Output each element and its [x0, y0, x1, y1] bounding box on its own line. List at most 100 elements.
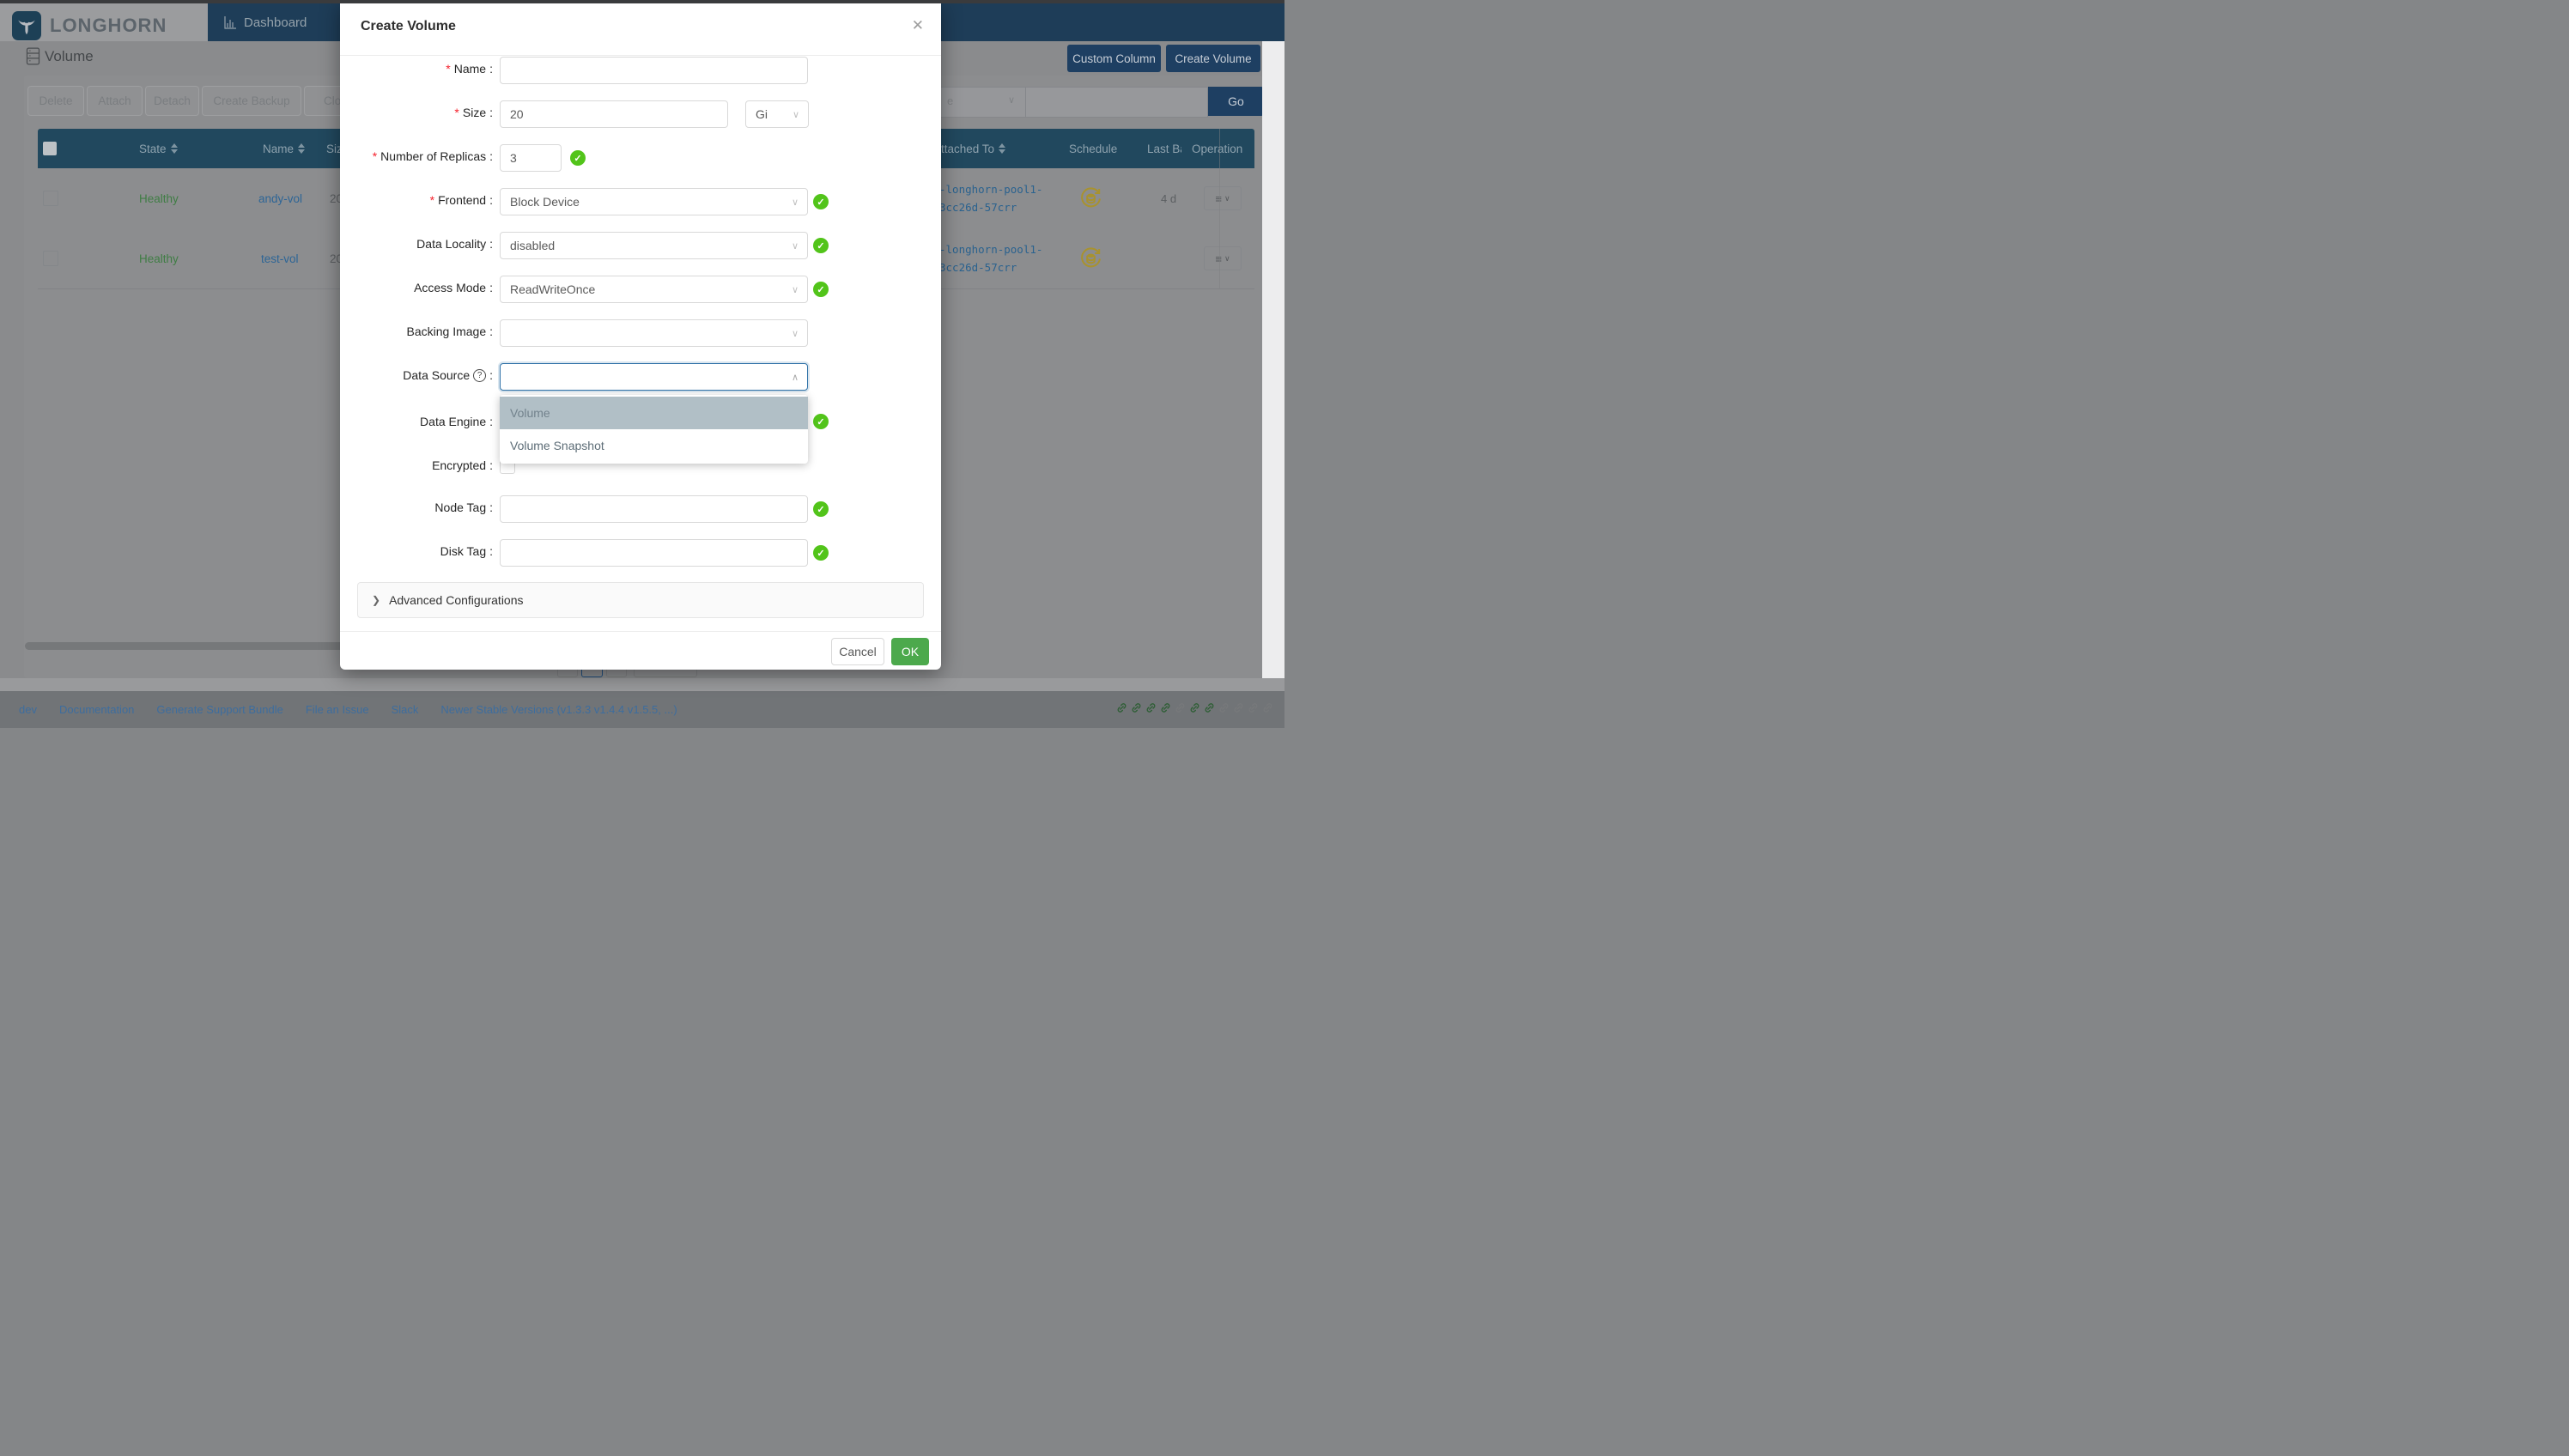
link-icon	[1232, 701, 1245, 714]
chevron-down-icon: ∨	[792, 328, 799, 339]
replicas-input[interactable]	[500, 144, 562, 172]
last-backup-header-label: Last Backup At	[1147, 143, 1181, 155]
close-icon[interactable]: ✕	[912, 17, 924, 34]
footer-link-support-bundle[interactable]: Generate Support Bundle	[156, 703, 282, 716]
operation-header-label: Operation	[1192, 143, 1242, 155]
sort-icon[interactable]	[298, 143, 305, 154]
create-volume-modal: Create Volume ✕ Name Size Gi ∨ Number of…	[340, 0, 941, 670]
header-logo-area: LONGHORN	[0, 3, 208, 41]
operation-menu-button[interactable]: ≡∨	[1204, 246, 1242, 270]
footer-link-file-issue[interactable]: File an Issue	[306, 703, 369, 716]
frontend-select[interactable]: Block Device ∨	[500, 188, 808, 215]
advanced-configurations-toggle[interactable]: ❯ Advanced Configurations	[357, 582, 924, 618]
access-mode-label: Access Mode	[343, 281, 493, 294]
dropdown-option-volume-snapshot[interactable]: Volume Snapshot	[500, 429, 808, 462]
data-source-label: Data Source ?	[343, 368, 493, 382]
data-source-dropdown: Volume Volume Snapshot	[500, 395, 808, 464]
create-volume-label: Create Volume	[1175, 52, 1251, 65]
schedule-header-label: Schedule	[1069, 143, 1117, 155]
data-source-select[interactable]: ∧	[500, 363, 808, 391]
modal-footer-divider	[340, 631, 941, 632]
column-state[interactable]: State	[139, 129, 178, 168]
replicas-label: Number of Replicas	[343, 149, 493, 163]
chevron-down-icon: ∨	[1008, 94, 1015, 106]
row-checkbox[interactable]	[43, 251, 58, 266]
detach-button[interactable]: Detach	[145, 86, 199, 116]
option-label: Volume	[510, 406, 550, 420]
select-all-checkbox[interactable]	[43, 142, 57, 155]
valid-check-icon: ✓	[570, 150, 586, 166]
size-unit-select[interactable]: Gi ∨	[745, 100, 809, 128]
name-input[interactable]	[500, 57, 808, 84]
footer-link-slack[interactable]: Slack	[392, 703, 419, 716]
attached-line2: 3cc26d-57crr	[939, 201, 1017, 214]
backing-image-select[interactable]: ∨	[500, 319, 808, 347]
link-icon	[1203, 701, 1216, 714]
valid-check-icon: ✓	[813, 414, 829, 429]
operation-menu-button[interactable]: ≡∨	[1204, 186, 1242, 210]
go-button[interactable]: Go	[1208, 87, 1264, 116]
attached-line1: -longhorn-pool1-	[939, 243, 1042, 256]
search-input[interactable]	[1026, 87, 1208, 118]
delete-label: Delete	[39, 94, 72, 107]
table-filter-bar: e ∨ Go	[907, 87, 1264, 116]
valid-check-icon: ✓	[813, 194, 829, 209]
footer-link-versions[interactable]: Newer Stable Versions (v1.3.3 v1.4.4 v1.…	[440, 703, 677, 716]
modal-title: Create Volume	[361, 19, 456, 34]
vertical-scrollbar-track[interactable]	[1262, 41, 1284, 678]
dropdown-option-volume[interactable]: Volume	[500, 397, 808, 429]
volume-name-link[interactable]: test-vol	[261, 228, 299, 288]
detach-label: Detach	[154, 94, 191, 107]
data-locality-value: disabled	[510, 239, 555, 252]
state-header-label: State	[139, 143, 167, 155]
frontend-value: Block Device	[510, 195, 580, 209]
chevron-down-icon: ∨	[792, 240, 799, 252]
longhorn-logo[interactable]	[12, 11, 41, 40]
custom-column-button[interactable]: Custom Column	[1067, 45, 1161, 72]
column-name[interactable]: Name	[263, 129, 305, 168]
sort-icon[interactable]	[171, 143, 178, 154]
size-label: Size	[343, 106, 493, 119]
data-locality-select[interactable]: disabled ∨	[500, 232, 808, 259]
footer-link-documentation[interactable]: Documentation	[59, 703, 134, 716]
footer: dev Documentation Generate Support Bundl…	[0, 691, 1284, 728]
column-attached-to[interactable]: Attached To	[933, 129, 1005, 168]
access-mode-select[interactable]: ReadWriteOnce ∨	[500, 276, 808, 303]
attach-button[interactable]: Attach	[87, 86, 143, 116]
volume-name-link[interactable]: andy-vol	[258, 168, 302, 228]
nav-item-dashboard[interactable]: Dashboard	[223, 15, 307, 30]
chevron-down-icon: ∨	[792, 284, 799, 295]
create-volume-button[interactable]: Create Volume	[1166, 45, 1260, 72]
delete-button[interactable]: Delete	[27, 86, 84, 116]
row-checkbox[interactable]	[43, 191, 58, 206]
footer-spacer	[0, 678, 1284, 691]
chevron-up-icon: ∧	[792, 372, 799, 383]
logo-wordmark: LONGHORN	[50, 15, 167, 37]
valid-check-icon: ✓	[813, 282, 829, 297]
name-header-label: Name	[263, 143, 294, 155]
schedule-icon[interactable]	[1079, 228, 1102, 288]
ok-button[interactable]: OK	[891, 638, 929, 665]
column-operation: Operation	[1192, 129, 1242, 168]
create-backup-button[interactable]: Create Backup	[202, 86, 301, 116]
attached-to-link[interactable]: -longhorn-pool1- 3cc26d-57crr	[939, 168, 1042, 228]
schedule-icon[interactable]	[1079, 168, 1102, 228]
disk-tag-input[interactable]	[500, 539, 808, 567]
name-label: Name	[343, 62, 493, 76]
attached-to-link[interactable]: -longhorn-pool1- 3cc26d-57crr	[939, 228, 1042, 288]
cancel-button[interactable]: Cancel	[831, 638, 884, 665]
sort-icon[interactable]	[999, 143, 1005, 154]
question-circle-icon[interactable]: ?	[473, 369, 486, 382]
longhorn-app: LONGHORN Dashboard Volume Custom Column	[0, 0, 1284, 728]
link-icon	[1159, 701, 1172, 714]
link-icon	[1115, 701, 1128, 714]
advanced-configurations-label: Advanced Configurations	[389, 593, 523, 607]
link-icon	[1130, 701, 1143, 714]
create-backup-label: Create Backup	[213, 94, 289, 107]
frontend-label: Frontend	[343, 193, 493, 207]
footer-link-dev[interactable]: dev	[19, 703, 37, 716]
node-tag-input[interactable]	[500, 495, 808, 523]
link-icon	[1218, 701, 1230, 714]
size-input[interactable]	[500, 100, 728, 128]
column-divider	[1219, 129, 1220, 288]
